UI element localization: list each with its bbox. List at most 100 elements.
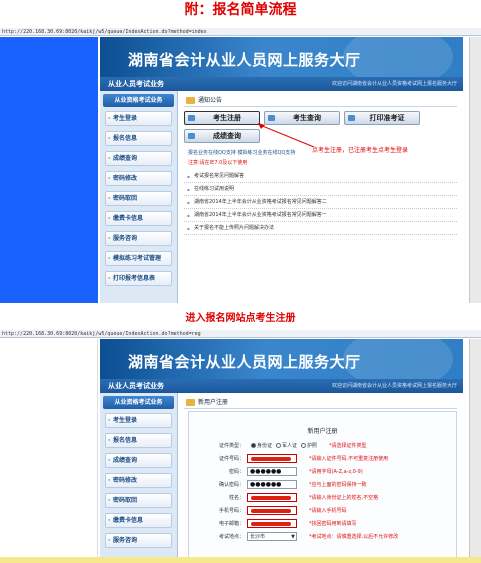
welcome-text: 欢迎访问湖南省会计从业人员资格考试网上报名服务大厅 — [331, 383, 457, 389]
sidebar: 从业资格考试业务 考生登录 报名信息 成绩查询 密码修改 密码取回 缴费卡信息 … — [100, 393, 178, 563]
notice-item[interactable]: 考试报名常见问题解答 — [184, 170, 457, 183]
register-annotation: 点考生注册，已注册考生点考生登录 — [312, 147, 409, 154]
notice-item[interactable]: 湖南省2014年上半年会计从业资格考试报名常见问题解答一 — [184, 209, 457, 222]
sidebar-item-retrieve-password[interactable]: 密码取回 — [105, 493, 172, 508]
notice-item[interactable]: 湖南省2014年上半年会计从业资格考试报名常见问题解答二 — [184, 196, 457, 209]
sidebar-item-payment-card[interactable]: 缴费卡信息 — [105, 513, 172, 528]
phone-hint: *请输入手机号码 — [309, 508, 347, 514]
site-subbar: 从业人员考试业务 欢迎访问湖南省会计从业人员资格考试网上报名服务大厅 — [100, 379, 463, 393]
form-title: 新用户注册 — [307, 428, 338, 435]
name-label: 姓名： — [228, 495, 244, 501]
score-button-label: 成绩查询 — [213, 132, 241, 140]
redaction-mark — [251, 496, 291, 500]
sidebar-item-registration-info[interactable]: 报名信息 — [105, 433, 172, 448]
confirm-password-label: 确认密码： — [218, 482, 244, 488]
register-panel: 新用户注册 新用户注册 证件类型： 身份证 军人证 护照 *请选择证件类型 证件… — [178, 393, 463, 563]
sidebar-header: 从业资格考试业务 — [103, 396, 174, 409]
site-title: 湖南省会计从业人员网上服务大厅 — [128, 51, 361, 69]
sidebar-item-change-password[interactable]: 密码修改 — [105, 171, 172, 186]
subbar-title: 从业人员考试业务 — [108, 382, 164, 390]
register-header: 新用户注册 — [184, 397, 457, 409]
redaction-mark — [251, 522, 291, 526]
sidebar: 从业资格考试业务 考生登录 报名信息 成绩查询 密码修改 密码取回 缴费卡信息 … — [100, 91, 178, 303]
annotation-arrow — [258, 123, 315, 148]
register-button[interactable]: 考生注册 — [184, 111, 260, 125]
radio-passport[interactable] — [301, 443, 307, 448]
id-number-field[interactable] — [247, 454, 297, 463]
chevron-down-icon: ▼ — [291, 534, 295, 540]
site-title: 湖南省会计从业人员网上服务大厅 — [128, 353, 361, 371]
sidebar-item-practice[interactable]: 模拟练习考试管理 — [105, 251, 172, 266]
address-bar[interactable]: http://220.168.30.69:8020/kaikj/w5/queue… — [0, 28, 481, 36]
name-field[interactable] — [247, 493, 297, 502]
row-id-type: 证件类型： 身份证 军人证 护照 *请选择证件类型 — [189, 439, 456, 452]
row-confirm-password: 确认密码： ●●●●●● *应与上面的密码保持一致 — [189, 478, 456, 491]
notice-item[interactable]: 在线练习试用说明 — [184, 183, 457, 196]
register-button-label: 考生注册 — [213, 114, 241, 122]
exam-area-value: 长沙市 — [250, 534, 266, 540]
site-content: 从业资格考试业务 考生登录 报名信息 成绩查询 密码修改 密码取回 缴费卡信息 … — [100, 91, 463, 303]
redaction-mark — [251, 457, 291, 461]
bottom-strip — [0, 557, 481, 563]
redaction-mark — [251, 509, 291, 513]
id-no-hint: *请输入证件号码,不可重复注册使用 — [309, 456, 389, 462]
sidebar-item-registration-info[interactable]: 报名信息 — [105, 131, 172, 146]
left-pane-white — [0, 339, 98, 563]
email-field[interactable] — [247, 519, 297, 528]
exam-area-select[interactable]: 长沙市 ▼ — [247, 532, 297, 541]
phone-field[interactable] — [247, 506, 297, 515]
site-frame: 湖南省会计从业人员网上服务大厅 从业人员考试业务 欢迎访问湖南省会计从业人员资格… — [100, 37, 463, 303]
subbar-title: 从业人员考试业务 — [108, 80, 164, 88]
sidebar-item-login[interactable]: 考生登录 — [105, 111, 172, 126]
notice-item[interactable]: 关于报名不能上传照片问题解决办法 — [184, 222, 457, 235]
score-query-button[interactable]: 成绩查询 — [184, 129, 260, 143]
sidebar-item-print-form[interactable]: 打印报考信息表 — [105, 271, 172, 286]
screenshot-homepage: http://220.168.30.69:8020/kaikj/w5/queue… — [0, 28, 481, 303]
row-email: 电子邮箱： *找回密码用到请填写 — [189, 517, 456, 530]
id-type-label: 证件类型： — [218, 443, 244, 449]
scrollbar[interactable] — [469, 339, 481, 563]
sidebar-item-change-password[interactable]: 密码修改 — [105, 473, 172, 488]
address-bar[interactable]: http://220.168.30.69:8020/kaikj/w5/queue… — [0, 330, 481, 338]
sidebar-item-login[interactable]: 考生登录 — [105, 413, 172, 428]
notice-header-label: 通知公告 — [198, 97, 223, 104]
register-icon — [186, 399, 195, 406]
radio-military-label: 军人证 — [282, 443, 298, 449]
area-label: 考试地点： — [218, 534, 244, 540]
address-url: http://220.168.30.69:8020/kaikj/w5/queue… — [2, 331, 201, 337]
sidebar-item-consult[interactable]: 服务咨询 — [105, 533, 172, 548]
row-password: 密码： ●●●●●● *请用字母(A-Z,a-z,0-9) — [189, 465, 456, 478]
site-content: 从业资格考试业务 考生登录 报名信息 成绩查询 密码修改 密码取回 缴费卡信息 … — [100, 393, 463, 563]
sidebar-item-retrieve-password[interactable]: 密码取回 — [105, 191, 172, 206]
sidebar-item-consult[interactable]: 服务咨询 — [105, 231, 172, 246]
sidebar-item-scores[interactable]: 成绩查询 — [105, 151, 172, 166]
pen-icon — [188, 115, 195, 121]
site-banner: 湖南省会计从业人员网上服务大厅 — [100, 37, 463, 77]
score-icon — [188, 133, 195, 139]
register-header-label: 新用户注册 — [198, 399, 229, 406]
document-title: 附：报名简单流程 — [184, 2, 297, 18]
confirm-password-field[interactable]: ●●●●●● — [247, 480, 297, 489]
radio-military[interactable] — [276, 443, 282, 448]
confirm-password-hint: *应与上面的密码保持一致 — [309, 482, 367, 488]
area-hint: *考试地点：请慎重选择,以后不允许修改 — [309, 534, 399, 540]
notice-panel: 通知公告 考生注册 考生查询 打印准考证 成绩查询 报名业务在线QQ支持 模拟练… — [178, 91, 463, 303]
password-hint: *请用字母(A-Z,a-z,0-9) — [309, 469, 363, 475]
scrollbar[interactable] — [469, 37, 481, 303]
register-form: 新用户注册 证件类型： 身份证 军人证 护照 *请选择证件类型 证件号码： *请… — [188, 411, 457, 563]
phone-label: 手机号码： — [218, 508, 244, 514]
print-admission-button[interactable]: 打印准考证 — [344, 111, 420, 125]
sidebar-item-scores[interactable]: 成绩查询 — [105, 453, 172, 468]
radio-id-card[interactable] — [251, 443, 256, 448]
address-url: http://220.168.30.69:8020/kaikj/w5/queue… — [2, 29, 207, 35]
row-id-number: 证件号码： *请输入证件号码,不可重复注册使用 — [189, 452, 456, 465]
password-field[interactable]: ●●●●●● — [247, 467, 297, 476]
step-caption: 进入报名网站点考生注册 — [185, 313, 296, 324]
site-subbar: 从业人员考试业务 欢迎访问湖南省会计从业人员资格考试网上报名服务大厅 — [100, 77, 463, 91]
row-phone: 手机号码： *请输入手机号码 — [189, 504, 456, 517]
site-banner: 湖南省会计从业人员网上服务大厅 — [100, 339, 463, 379]
sidebar-header: 从业资格考试业务 — [103, 94, 174, 107]
sidebar-item-payment-card[interactable]: 缴费卡信息 — [105, 211, 172, 226]
notice-header: 通知公告 — [184, 95, 457, 107]
notice-icon — [186, 97, 195, 104]
